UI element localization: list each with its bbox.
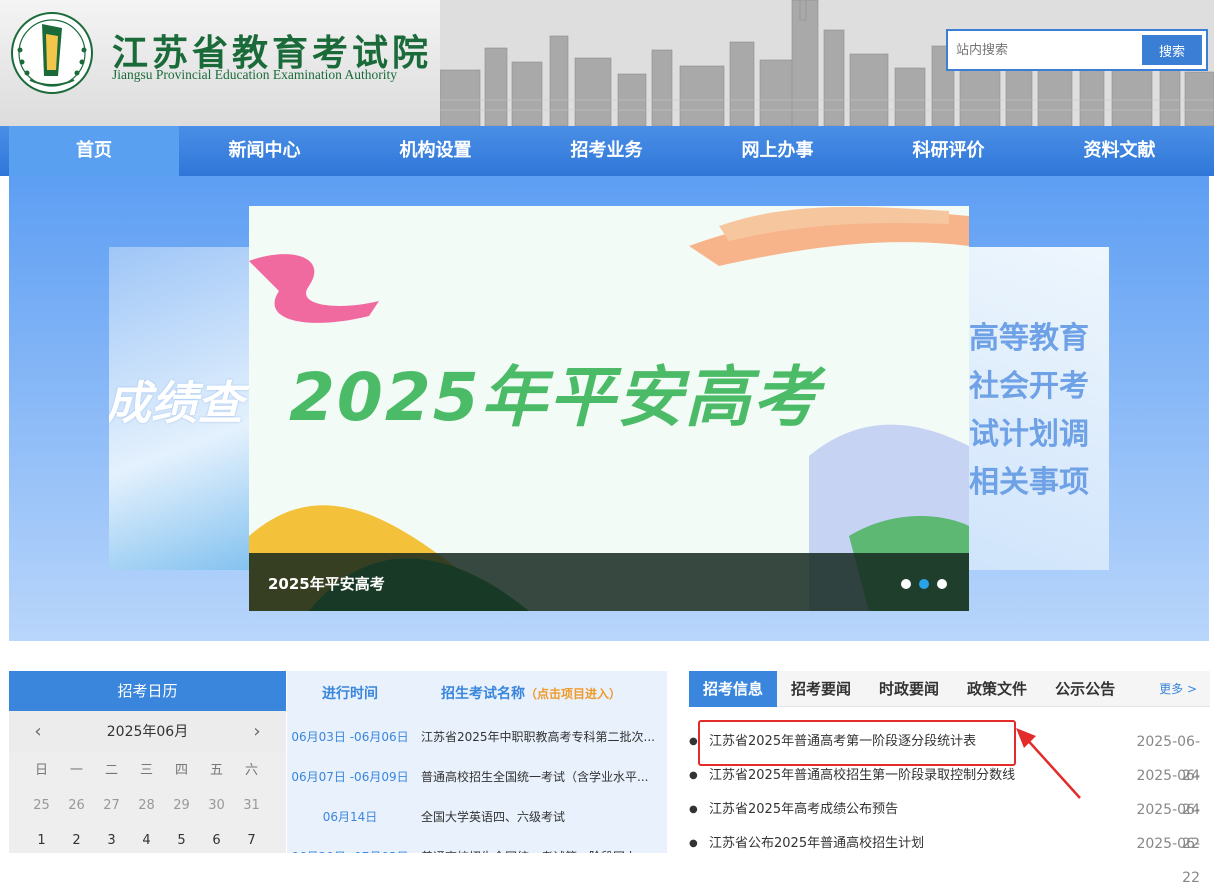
carousel-dot[interactable]	[901, 579, 911, 589]
news-title-link[interactable]: 江苏省公布2025年普通高校招生计划	[709, 827, 1120, 861]
slide-headline: 2025年平安高考	[289, 359, 821, 436]
schedule-exam-link[interactable]: 全国大学英语四、六级考试	[413, 797, 667, 837]
search-box: 搜索	[946, 29, 1208, 71]
weekday: 三	[139, 763, 153, 778]
chevron-right-icon[interactable]: ›	[242, 711, 272, 753]
nav-admissions[interactable]: 招考业务	[521, 126, 692, 176]
search-button[interactable]: 搜索	[1142, 35, 1202, 65]
tab-admission-info[interactable]: 招考信息	[689, 671, 778, 707]
weekday: 日	[34, 763, 48, 778]
next-slide-line: 高等教育	[969, 321, 1089, 356]
carousel-dots	[901, 579, 947, 589]
nav-documents[interactable]: 资料文献	[1034, 126, 1205, 176]
news-item[interactable]: ● 江苏省2025年高考成绩公布预告 2025-06-22	[689, 793, 1210, 852]
schedule-col-time: 进行时间	[322, 686, 378, 702]
schedule-col-hint: （点击项目进入）	[525, 687, 622, 701]
next-slide-line: 相关事项	[969, 465, 1089, 500]
exam-schedule: 进行时间 招生考试名称（点击项目进入） 06月03日 -06月06日 江苏省20…	[287, 671, 667, 853]
carousel-prev-slide[interactable]: 成绩查	[109, 247, 269, 570]
nav-organization[interactable]: 机构设置	[350, 126, 521, 176]
schedule-row[interactable]: 06月07日 -06月09日 普通高校招生全国统一考试（含学业水平...	[287, 757, 667, 797]
chevron-left-icon[interactable]: ‹	[23, 711, 53, 753]
org-name-en: Jiangsu Provincial Education Examination…	[112, 67, 397, 82]
site-header: 江苏省教育考试院 Jiangsu Provincial Education Ex…	[0, 0, 1214, 126]
news-date: 2025-06-24	[1136, 734, 1200, 784]
tab-public-notices[interactable]: 公示公告	[1041, 671, 1129, 707]
banner-carousel: 成绩查 高等教育 社会开考 试计划调 相关事项 2025年平安高考 2025年平…	[9, 176, 1209, 641]
calendar-month: 2025年06月	[106, 724, 189, 740]
more-link[interactable]: 更多 >	[1159, 671, 1197, 707]
calendar-day[interactable]: 26	[59, 788, 94, 823]
annotation-arrow-icon	[1016, 728, 1081, 799]
jpeea-emblem-icon	[11, 12, 93, 94]
calendar-day[interactable]: 28	[129, 788, 164, 823]
exam-calendar: 招考日历 ‹ 2025年06月 › 日 一 二 三 四 五 六 25 26 27…	[9, 671, 286, 853]
calendar-weekdays: 日 一 二 三 四 五 六	[9, 753, 286, 788]
calendar-week: 25 26 27 28 29 30 31	[9, 788, 286, 823]
weekday: 二	[104, 763, 118, 778]
prev-slide-text: 成绩查	[109, 376, 243, 430]
news-date: 2025-06-22	[1136, 802, 1200, 852]
schedule-row[interactable]: 06月03日 -06月06日 江苏省2025年中职职教高考专科第二批次...	[287, 717, 667, 757]
weekday: 六	[244, 763, 258, 778]
slide-caption-bar: 2025年平安高考	[249, 553, 969, 611]
schedule-col-name: 招生考试名称（点击项目进入）	[413, 671, 667, 717]
nav-research[interactable]: 科研评价	[863, 126, 1034, 176]
nav-home[interactable]: 首页	[9, 126, 179, 176]
calendar-day[interactable]: 27	[94, 788, 129, 823]
calendar-title: 招考日历	[9, 671, 286, 711]
next-slide-line: 社会开考	[969, 369, 1089, 404]
weekday: 一	[69, 763, 83, 778]
bullet-icon: ●	[689, 804, 698, 815]
carousel-active-slide[interactable]: 2025年平安高考 2025年平安高考	[249, 206, 969, 611]
schedule-exam-link[interactable]: 普通高校招生全国统一考试第一阶段网上...	[413, 837, 667, 853]
main-nav: 首页 新闻中心 机构设置 招考业务 网上办事 科研评价 资料文献	[0, 126, 1214, 176]
weekday: 四	[174, 763, 188, 778]
weekday: 五	[209, 763, 223, 778]
schedule-date: 06月07日 -06月09日	[291, 770, 409, 784]
news-date: 2025-06-24	[1136, 768, 1200, 818]
schedule-date: 06月14日	[322, 810, 378, 824]
schedule-row[interactable]: 06月20日 -07月03日 普通高校招生全国统一考试第一阶段网上...	[287, 837, 667, 853]
calendar-day[interactable]: 25	[24, 788, 59, 823]
bullet-icon: ●	[689, 838, 698, 849]
next-slide-line: 试计划调	[969, 417, 1089, 452]
schedule-col-name-label: 招生考试名称	[441, 686, 525, 702]
calendar-day[interactable]: 31	[234, 788, 269, 823]
news-item[interactable]: ● 江苏省公布2025年普通高校招生计划 2025-06-22	[689, 827, 1210, 886]
tab-policy-documents[interactable]: 政策文件	[953, 671, 1041, 707]
calendar-month-bar: ‹ 2025年06月 ›	[9, 711, 286, 753]
calendar-day[interactable]: 30	[199, 788, 234, 823]
schedule-exam-link[interactable]: 普通高校招生全国统一考试（含学业水平...	[413, 757, 667, 797]
calendar-day[interactable]: 29	[164, 788, 199, 823]
news-date: 2025-06-22	[1136, 836, 1200, 886]
highlight-box	[698, 720, 1016, 766]
carousel-dot-active[interactable]	[919, 579, 929, 589]
schedule-exam-link[interactable]: 江苏省2025年中职职教高考专科第二批次...	[413, 717, 667, 757]
tab-admission-news[interactable]: 招考要闻	[777, 671, 865, 707]
schedule-header: 进行时间 招生考试名称（点击项目进入）	[287, 671, 667, 717]
news-tabs: 招考信息 招考要闻 时政要闻 政策文件 公示公告 更多 >	[689, 671, 1210, 707]
nav-online-services[interactable]: 网上办事	[692, 126, 863, 176]
tab-political-news[interactable]: 时政要闻	[865, 671, 953, 707]
slide-caption: 2025年平安高考	[268, 575, 385, 593]
schedule-date: 06月20日 -07月03日	[287, 837, 413, 853]
carousel-dot[interactable]	[937, 579, 947, 589]
schedule-row[interactable]: 06月14日 全国大学英语四、六级考试	[287, 797, 667, 837]
nav-news-center[interactable]: 新闻中心	[179, 126, 350, 176]
schedule-date: 06月03日 -06月06日	[291, 730, 409, 744]
carousel-next-slide[interactable]: 高等教育 社会开考 试计划调 相关事项	[949, 247, 1109, 570]
search-input[interactable]	[954, 35, 1144, 65]
